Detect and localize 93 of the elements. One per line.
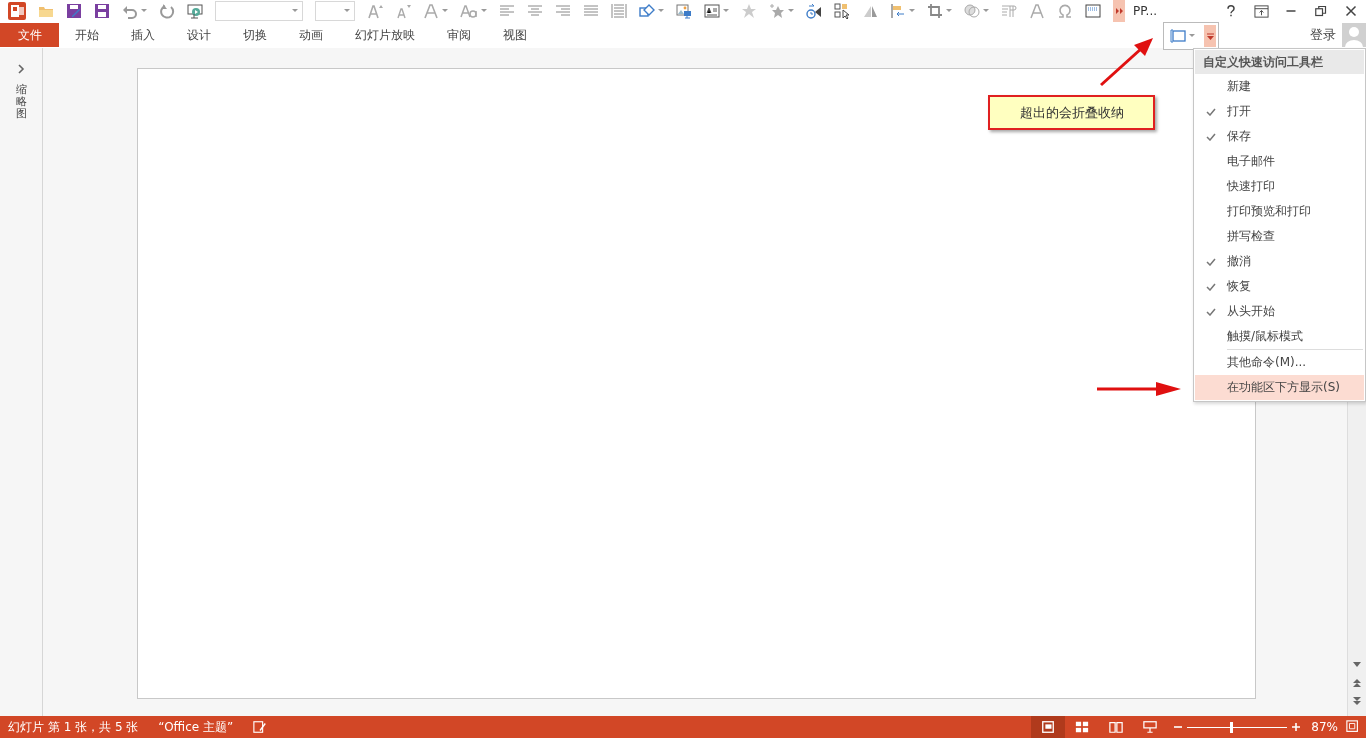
menu-item[interactable]: 打印预览和打印 <box>1195 199 1364 224</box>
ribbon-tab[interactable]: 视图 <box>487 23 543 47</box>
slideshow-view-icon[interactable] <box>1143 720 1158 734</box>
help-icon[interactable] <box>1225 4 1237 18</box>
sign-in-link[interactable]: 登录 <box>1310 26 1336 44</box>
menu-item[interactable]: 拼写检查 <box>1195 224 1364 249</box>
grow-font-icon[interactable] <box>367 3 383 19</box>
align-left-icon[interactable] <box>499 3 515 19</box>
close-icon[interactable] <box>1345 5 1357 17</box>
file-tab[interactable]: 文件 <box>0 23 59 47</box>
caret-icon[interactable] <box>344 9 350 13</box>
caret-icon[interactable] <box>442 9 448 13</box>
normal-view-icon[interactable] <box>1041 720 1056 734</box>
customize-toolbar-button[interactable] <box>1204 25 1216 47</box>
save-as-icon[interactable] <box>66 3 82 19</box>
caret-icon[interactable] <box>946 9 952 13</box>
zoom-slider-thumb[interactable] <box>1230 721 1234 733</box>
ribbon-tab[interactable]: 切换 <box>227 23 283 47</box>
slide-sorter-icon[interactable] <box>1075 720 1090 734</box>
notes-icon[interactable] <box>253 720 268 734</box>
menu-item[interactable]: 打开 <box>1195 99 1364 124</box>
window-title: PP... <box>1133 4 1158 18</box>
arrange-icon[interactable] <box>890 3 906 19</box>
caret-icon[interactable] <box>1189 34 1195 38</box>
text-direction-icon[interactable] <box>1001 3 1017 19</box>
next-slide-icon[interactable] <box>1352 696 1362 706</box>
caret-icon[interactable] <box>141 9 147 13</box>
textbox-icon[interactable] <box>704 3 720 19</box>
menu-item[interactable]: 电子邮件 <box>1195 149 1364 174</box>
view-button[interactable] <box>1031 716 1066 738</box>
font-field[interactable] <box>215 1 303 21</box>
zoom-level[interactable]: 87% <box>1311 720 1338 734</box>
caret-icon[interactable] <box>723 9 729 13</box>
overflow-icon[interactable] <box>1114 6 1124 16</box>
justify-icon[interactable] <box>583 3 599 19</box>
menu-title: 自定义快速访问工具栏 <box>1195 50 1364 74</box>
menu-item[interactable]: 从头开始 <box>1195 299 1364 324</box>
previous-slide-icon[interactable] <box>1352 678 1362 688</box>
zoom-in-icon[interactable] <box>1291 722 1302 732</box>
change-case-icon[interactable] <box>460 3 478 19</box>
layout-icon[interactable] <box>1170 28 1186 44</box>
font-size-field[interactable] <box>315 1 355 21</box>
thumbnails-label[interactable]: 缩略图 <box>15 84 27 121</box>
align-center-icon[interactable] <box>527 3 543 19</box>
menu-item[interactable]: 新建 <box>1195 74 1364 99</box>
caret-icon[interactable] <box>983 9 989 13</box>
align-right-icon[interactable] <box>555 3 571 19</box>
caret-icon[interactable] <box>292 9 298 13</box>
menu-item[interactable]: 在功能区下方显示(S) <box>1195 375 1364 400</box>
ribbon-tab[interactable]: 插入 <box>115 23 171 47</box>
font-color-icon[interactable] <box>423 3 439 19</box>
ribbon-tab[interactable]: 开始 <box>59 23 115 47</box>
menu-item[interactable]: 其他命令(M)... <box>1195 350 1364 375</box>
slide-count: 幻灯片 第 1 张，共 5 张 <box>8 718 139 736</box>
font-icon[interactable] <box>1029 3 1045 19</box>
menu-item[interactable]: 快速打印 <box>1195 174 1364 199</box>
caret-icon[interactable] <box>909 9 915 13</box>
caret-icon[interactable] <box>481 9 487 13</box>
shrink-font-icon[interactable] <box>395 3 411 19</box>
expand-chevron-icon[interactable] <box>17 64 25 74</box>
save-icon[interactable] <box>94 3 110 19</box>
reading-view-icon[interactable] <box>1109 720 1124 734</box>
omega-icon[interactable] <box>1057 3 1073 19</box>
redo-icon[interactable] <box>159 3 175 19</box>
menu-item[interactable]: 保存 <box>1195 124 1364 149</box>
shapes-icon[interactable] <box>639 3 655 19</box>
restore-icon[interactable] <box>1315 5 1327 17</box>
annotation-callout: 超出的会折叠收纳 <box>988 95 1155 130</box>
ribbon-tab[interactable]: 审阅 <box>431 23 487 47</box>
menu-item[interactable]: 触摸/鼠标模式 <box>1195 324 1364 349</box>
annotation-arrow <box>1100 38 1153 87</box>
dropdown-icon[interactable] <box>1206 32 1214 40</box>
animation-stars-icon[interactable] <box>741 3 757 19</box>
circles-icon[interactable] <box>964 3 980 19</box>
line-spacing-icon[interactable] <box>611 3 627 19</box>
select-pane-icon[interactable] <box>834 3 850 19</box>
app-logo-icon[interactable] <box>8 2 26 20</box>
crop-icon[interactable] <box>927 3 943 19</box>
timing-icon[interactable] <box>806 3 822 19</box>
theme-name: “Office 主题” <box>158 718 234 736</box>
fit-to-window-icon[interactable] <box>1346 720 1360 734</box>
star-icon[interactable] <box>769 3 785 19</box>
ribbon-tab[interactable]: 设计 <box>171 23 227 47</box>
ribbon-tab[interactable]: 动画 <box>283 23 339 47</box>
menu-item[interactable]: 撤消 <box>1195 249 1364 274</box>
ribbon-display-icon[interactable] <box>1253 3 1269 19</box>
caret-icon[interactable] <box>658 9 664 13</box>
caret-icon[interactable] <box>788 9 794 13</box>
keyboard-icon[interactable] <box>1085 3 1101 19</box>
slideshow-icon[interactable] <box>187 3 203 19</box>
ribbon-tab[interactable]: 幻灯片放映 <box>339 23 431 47</box>
picture-icon[interactable] <box>676 3 692 19</box>
menu-item[interactable]: 恢复 <box>1195 274 1364 299</box>
